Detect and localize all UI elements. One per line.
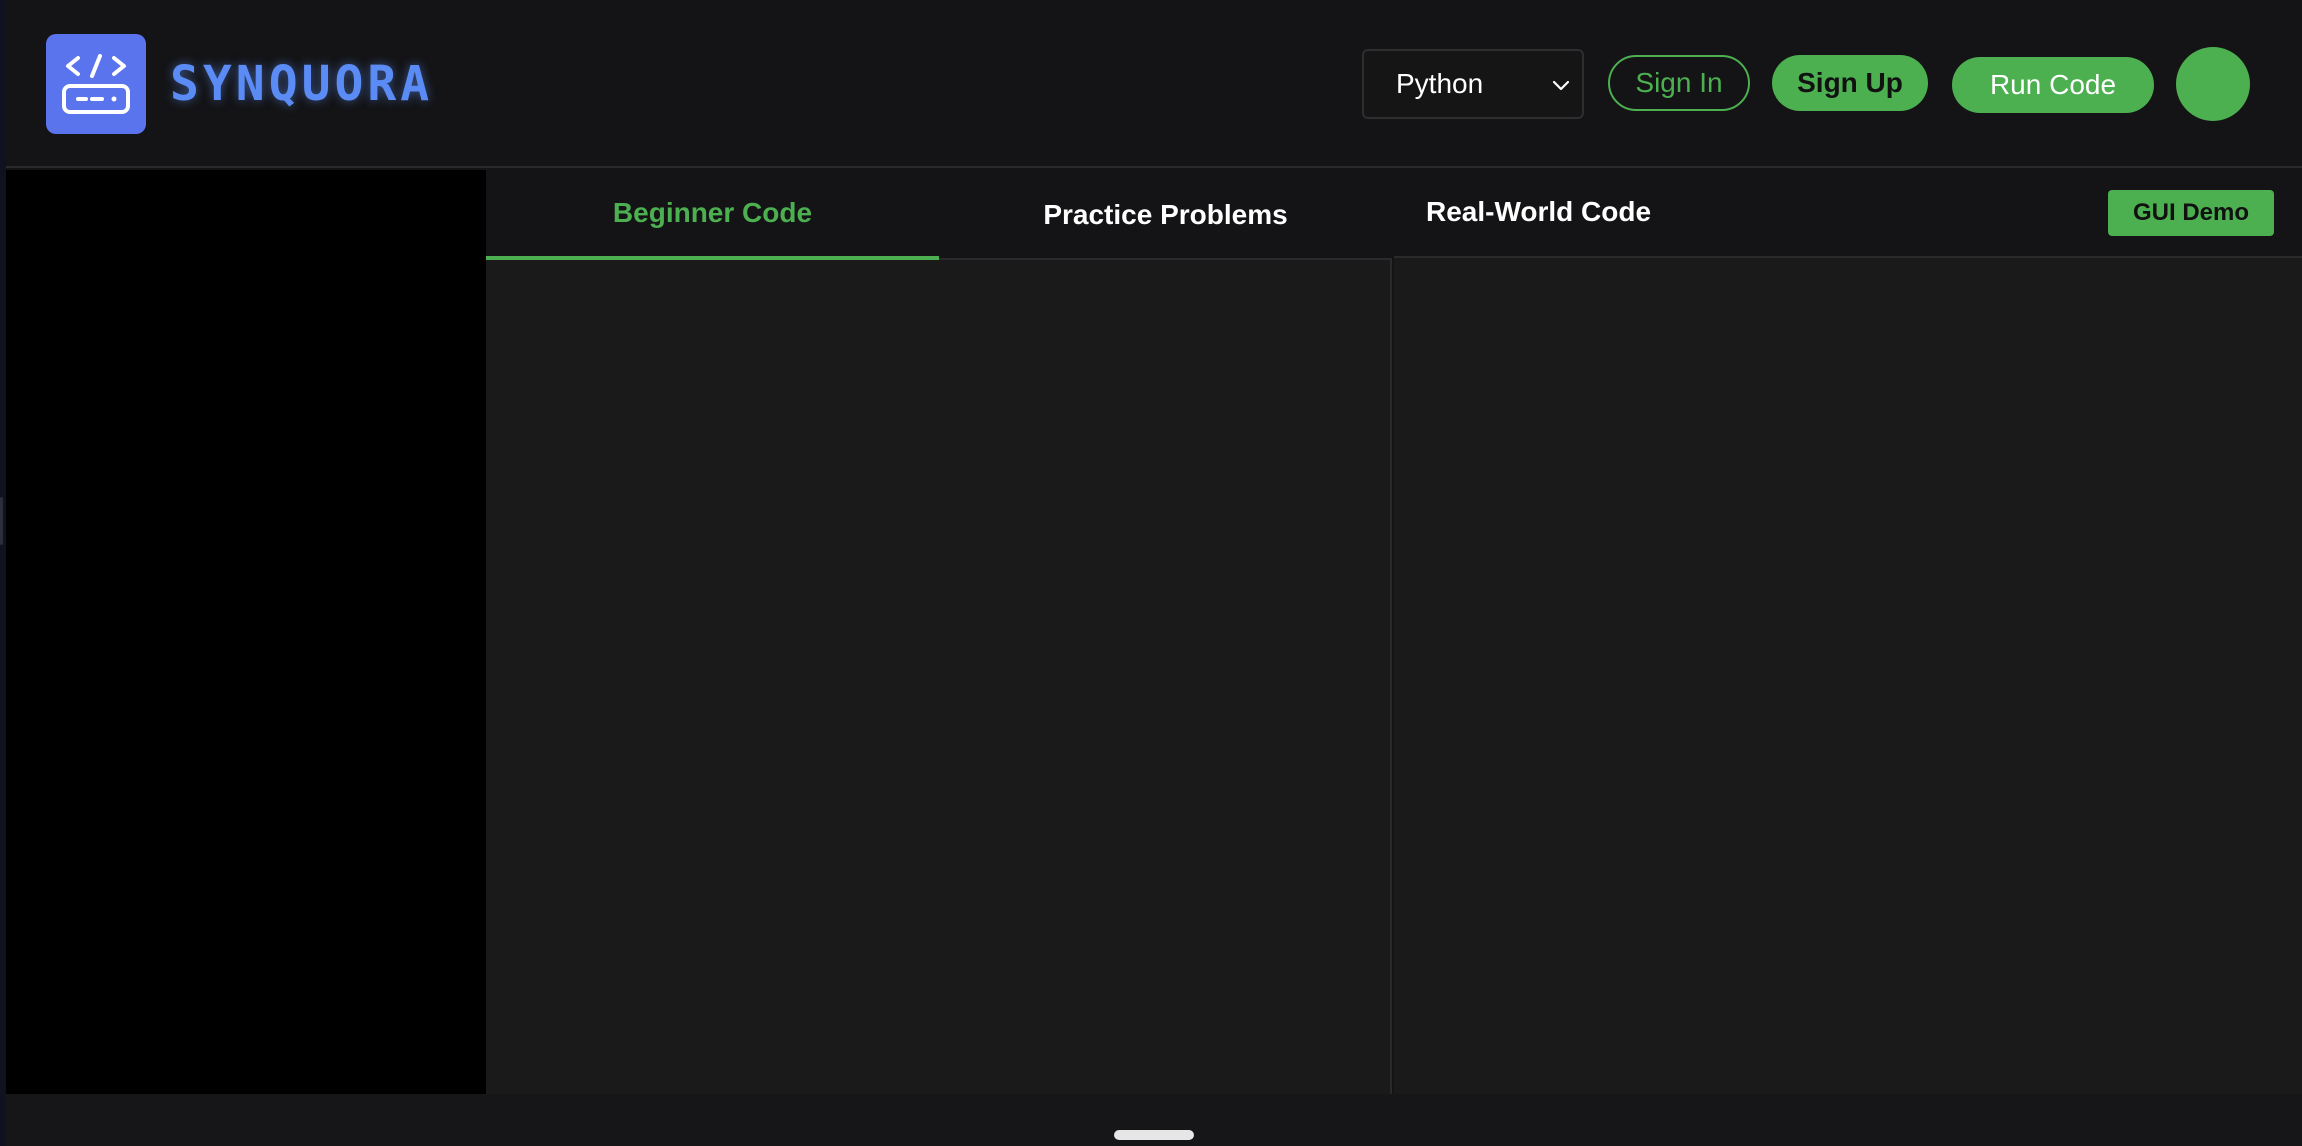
language-select-value: Python xyxy=(1396,68,1484,99)
app-window: SYNQUORA Python Sign In Sign Up Run Code… xyxy=(0,0,2302,1146)
bottom-bar xyxy=(6,1094,2302,1146)
tab-practice-problems[interactable]: Practice Problems xyxy=(939,170,1392,260)
brand-name: SYNQUORA xyxy=(170,56,434,112)
gui-demo-button[interactable]: GUI Demo xyxy=(2108,190,2274,236)
avatar[interactable] xyxy=(2176,47,2250,121)
tab-beginner-code[interactable]: Beginner Code xyxy=(486,170,939,260)
run-code-button[interactable]: Run Code xyxy=(1952,57,2154,113)
real-world-panel: Real-World Code GUI Demo xyxy=(1394,170,2302,1094)
code-panel: Beginner Code Practice Problems xyxy=(486,170,1392,1094)
left-resize-handle[interactable] xyxy=(0,497,3,545)
sign-up-button[interactable]: Sign Up xyxy=(1772,55,1928,111)
logo[interactable] xyxy=(46,34,146,134)
real-world-header: Real-World Code GUI Demo xyxy=(1394,170,2302,258)
language-select[interactable]: Python xyxy=(1362,49,1584,119)
chevron-down-icon xyxy=(1552,80,1570,91)
code-device-icon xyxy=(62,54,130,114)
sidebar xyxy=(6,170,486,1094)
sign-in-button[interactable]: Sign In xyxy=(1608,55,1750,111)
top-header: SYNQUORA Python Sign In Sign Up Run Code xyxy=(6,0,2302,168)
code-tabs: Beginner Code Practice Problems xyxy=(486,170,1392,260)
home-indicator[interactable] xyxy=(1114,1130,1194,1140)
real-world-title: Real-World Code xyxy=(1426,196,1652,227)
